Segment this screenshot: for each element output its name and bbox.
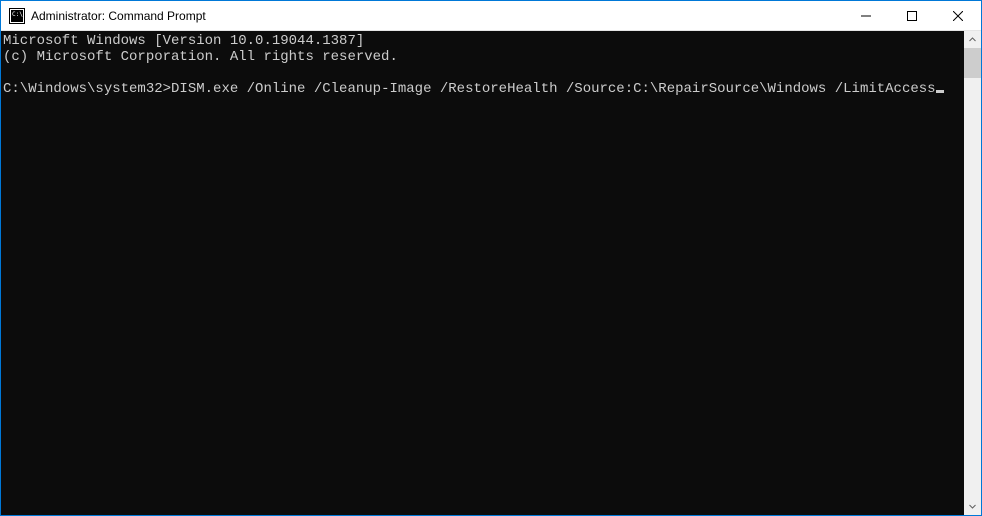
console-area[interactable]: Microsoft Windows [Version 10.0.19044.13… <box>1 31 964 515</box>
command-input[interactable]: DISM.exe /Online /Cleanup-Image /Restore… <box>171 81 936 97</box>
scroll-down-button[interactable] <box>964 498 981 515</box>
console-wrap: Microsoft Windows [Version 10.0.19044.13… <box>1 31 981 515</box>
scroll-thumb[interactable] <box>964 48 981 78</box>
command-prompt-window: C:\ Administrator: Command Prompt <box>1 1 981 515</box>
cursor-icon <box>936 90 944 93</box>
maximize-icon <box>907 11 917 21</box>
minimize-button[interactable] <box>843 1 889 30</box>
console-line <box>3 65 964 81</box>
chevron-up-icon <box>969 36 976 43</box>
console-prompt-line: C:\Windows\system32>DISM.exe /Online /Cl… <box>3 81 964 97</box>
window-controls <box>843 1 981 30</box>
console-line: Microsoft Windows [Version 10.0.19044.13… <box>3 33 964 49</box>
scroll-track[interactable] <box>964 48 981 498</box>
cmd-icon: C:\ <box>9 8 25 24</box>
chevron-down-icon <box>969 503 976 510</box>
prompt-text: C:\Windows\system32> <box>3 81 171 97</box>
vertical-scrollbar[interactable] <box>964 31 981 515</box>
window-title: Administrator: Command Prompt <box>31 1 843 31</box>
maximize-button[interactable] <box>889 1 935 30</box>
titlebar[interactable]: C:\ Administrator: Command Prompt <box>1 1 981 31</box>
console-line: (c) Microsoft Corporation. All rights re… <box>3 49 964 65</box>
close-icon <box>953 11 963 21</box>
scroll-up-button[interactable] <box>964 31 981 48</box>
minimize-icon <box>861 11 871 21</box>
svg-text:C:\: C:\ <box>12 11 23 18</box>
close-button[interactable] <box>935 1 981 30</box>
